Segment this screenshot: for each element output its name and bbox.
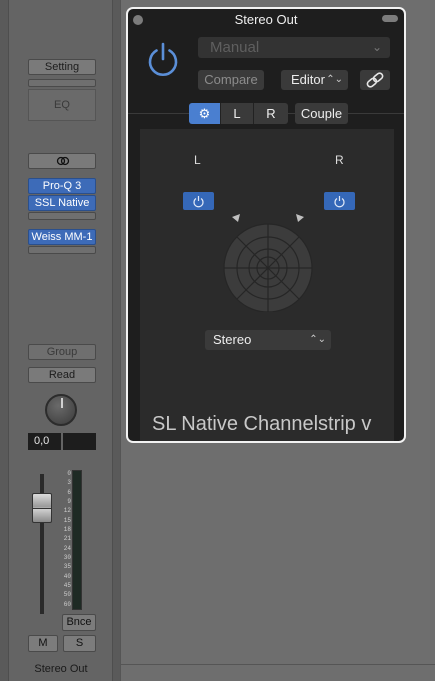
channel-strip: Setting EQ Pro-Q 3 SSL Native Weiss MM-1… (0, 0, 120, 681)
tab-left[interactable]: L (221, 103, 254, 124)
plugin-slot-1[interactable]: Pro-Q 3 (28, 178, 96, 194)
preset-menu[interactable]: Manual ⌄ (198, 37, 390, 58)
group-slot[interactable]: Group (28, 344, 96, 360)
plugin-window: Stereo Out Manual ⌄ Compare Editor ⌃⌄ ⚙ … (126, 7, 406, 443)
eq-display[interactable]: EQ (28, 89, 96, 121)
strip-left-edge (0, 0, 9, 681)
link-button[interactable] (360, 70, 390, 90)
meter-scale-tick: 9 (67, 498, 71, 505)
view-menu-label: Editor (291, 72, 325, 87)
left-channel-label: L (194, 153, 201, 167)
stereo-mode-menu[interactable]: Stereo ⌃⌄ (205, 330, 331, 350)
chevron-down-icon: ⌄ (371, 40, 382, 54)
volume-fader-handle[interactable] (32, 493, 52, 523)
couple-button[interactable]: Couple (295, 103, 348, 124)
chevron-updown-icon: ⌃⌄ (309, 334, 326, 345)
gain-slot[interactable] (28, 79, 96, 87)
meter-scale-tick: 24 (63, 544, 71, 552)
minimize-button[interactable] (382, 15, 398, 22)
plugin-panel: L R Stereo ⌃⌄ (140, 129, 394, 441)
meter-scale: 0 3 6 9 12 15 18 21 24 30 35 40 45 50 60 (56, 470, 72, 610)
plugin-slot-2[interactable]: SSL Native (28, 195, 96, 211)
plugin-window-titlebar[interactable]: Stereo Out (128, 9, 404, 29)
power-icon[interactable] (144, 41, 182, 79)
left-pan-marker[interactable] (232, 214, 240, 222)
meter-scale-tick: 3 (67, 479, 71, 487)
bounce-button[interactable]: Bnce (62, 614, 96, 631)
stereo-link-icon (56, 156, 70, 166)
meter-scale-tick: 6 (67, 488, 71, 496)
plugin-name-footer: SL Native Channelstrip v (152, 413, 372, 435)
meter-scale-tick: 60 (63, 600, 71, 608)
strip-right-edge (112, 0, 120, 681)
pan-value[interactable]: 0,0 (28, 433, 61, 450)
setting-button[interactable]: Setting (28, 59, 96, 75)
meter-scale-tick: 18 (63, 526, 71, 533)
view-menu[interactable]: Editor ⌃⌄ (281, 70, 348, 90)
plugin-slot-empty[interactable] (28, 246, 96, 254)
solo-button[interactable]: S (63, 635, 96, 652)
pan-knob[interactable] (45, 394, 77, 426)
meter-scale-tick: 15 (63, 516, 71, 524)
compare-button[interactable]: Compare (198, 70, 264, 90)
mixer-divider (121, 664, 435, 665)
mute-button[interactable]: M (28, 635, 58, 652)
window-title: Stereo Out (234, 12, 298, 27)
pan-knob-indicator (61, 398, 63, 408)
right-power-button[interactable] (324, 192, 355, 210)
tab-right[interactable]: R (254, 103, 288, 124)
meter-scale-tick: 21 (63, 535, 71, 543)
meter-scale-tick: 40 (63, 572, 71, 580)
meter-scale-tick: 50 (63, 591, 71, 599)
link-icon (366, 72, 384, 88)
fader-handle-line (33, 508, 51, 509)
automation-mode-button[interactable]: Read (28, 367, 96, 383)
stereo-scope (223, 214, 313, 312)
meter-scale-tick: 12 (63, 507, 71, 515)
channel-tab-group: ⚙ L R (189, 103, 288, 124)
plugin-slot-empty[interactable] (28, 212, 96, 220)
channel-name[interactable]: Stereo Out (10, 663, 112, 675)
level-meter (72, 470, 82, 610)
right-channel-label: R (335, 153, 344, 167)
preset-value: Manual (210, 39, 260, 56)
meter-scale-tick: 0 (67, 470, 71, 477)
power-icon (334, 196, 345, 208)
chevron-updown-icon: ⌃⌄ (326, 74, 343, 85)
stereo-link-button[interactable] (28, 153, 96, 169)
pan-readout-box (63, 433, 96, 450)
stereo-mode-value: Stereo (213, 332, 252, 347)
plugin-slot-3[interactable]: Weiss MM-1 (28, 229, 96, 245)
power-icon (193, 196, 204, 208)
tab-settings[interactable]: ⚙ (189, 103, 221, 124)
right-pan-marker[interactable] (296, 214, 304, 222)
meter-scale-tick: 35 (63, 563, 71, 571)
meter-scale-tick: 30 (63, 554, 71, 561)
meter-scale-tick: 45 (63, 582, 71, 589)
left-power-button[interactable] (183, 192, 214, 210)
gear-icon: ⚙ (198, 106, 211, 121)
